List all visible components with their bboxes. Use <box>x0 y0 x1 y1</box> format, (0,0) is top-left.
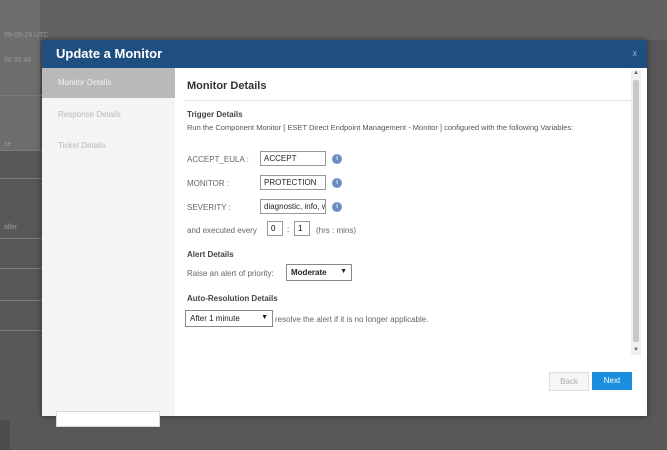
back-button[interactable]: Back <box>549 372 589 391</box>
background-text-2: aller <box>4 224 18 231</box>
auto-resolution-label: resolve the alert if it is no longer app… <box>275 315 429 324</box>
background-divider <box>0 268 42 269</box>
scrollbar-thumb[interactable] <box>633 80 639 342</box>
sidebar-input[interactable] <box>56 411 160 427</box>
content-scrollbar[interactable]: ▲ ▼ <box>631 70 641 355</box>
dialog-title: Update a Monitor <box>56 46 163 61</box>
alert-details-heading: Alert Details <box>187 250 234 259</box>
sidebar-item-label: Response Details <box>58 110 121 119</box>
hours-field[interactable]: 0 <box>267 221 283 236</box>
background-divider <box>0 330 42 331</box>
sidebar-item-label: Ticket Details <box>58 141 106 150</box>
background-timestamp-2: 08 30 46 <box>4 57 32 64</box>
background-divider <box>0 238 42 239</box>
background-corner <box>0 420 10 450</box>
info-icon[interactable]: i <box>332 154 342 164</box>
time-units-label: (hrs : mins) <box>316 226 356 235</box>
chevron-down-icon: ▼ <box>261 314 268 321</box>
alert-priority-label: Raise an alert of priority: <box>187 269 274 278</box>
background-divider <box>0 95 42 96</box>
auto-resolution-select[interactable]: After 1 minute ▼ <box>185 310 273 327</box>
monitor-field[interactable]: PROTECTION <box>260 175 326 190</box>
background-side-panel <box>0 0 40 150</box>
monitor-details-panel: Monitor Details Trigger Details Run the … <box>175 68 631 416</box>
sidebar-item-response-details[interactable]: Response Details <box>42 100 175 130</box>
section-title: Monitor Details <box>187 80 267 92</box>
background-header <box>0 0 667 40</box>
accept-eula-label: ACCEPT_EULA : <box>187 155 249 164</box>
sidebar-item-monitor-details[interactable]: Monitor Details <box>42 68 175 98</box>
background-timestamp: 09-05-29 UTC <box>4 32 49 39</box>
auto-resolution-value: After 1 minute <box>190 314 240 323</box>
severity-label: SEVERITY : <box>187 203 231 212</box>
severity-field[interactable]: diagnostic, info, w <box>260 199 326 214</box>
scroll-up-icon[interactable]: ▲ <box>633 70 639 76</box>
time-separator: : <box>287 225 290 234</box>
background-divider <box>0 150 42 151</box>
sidebar-item-label: Monitor Details <box>58 78 112 87</box>
alert-priority-select[interactable]: Moderate ▼ <box>286 264 352 281</box>
background-divider <box>0 178 42 179</box>
background-text: se <box>4 141 12 148</box>
next-button[interactable]: Next <box>592 372 632 390</box>
scroll-down-icon[interactable]: ▼ <box>633 347 639 353</box>
update-monitor-dialog: Update a Monitor x Monitor Details Respo… <box>42 40 647 427</box>
divider <box>185 100 631 101</box>
sidebar-item-ticket-details[interactable]: Ticket Details <box>42 131 175 161</box>
chevron-down-icon: ▼ <box>340 268 347 275</box>
close-icon[interactable]: x <box>633 48 638 58</box>
dialog-header: Update a Monitor x <box>42 40 647 68</box>
monitor-label: MONITOR : <box>187 179 230 188</box>
info-icon[interactable]: i <box>332 202 342 212</box>
accept-eula-field[interactable]: ACCEPT <box>260 151 326 166</box>
auto-resolution-heading: Auto-Resolution Details <box>187 294 278 303</box>
background-divider <box>0 300 42 301</box>
trigger-description: Run the Component Monitor [ ESET Direct … <box>187 123 574 132</box>
trigger-details-heading: Trigger Details <box>187 110 243 119</box>
wizard-sidebar: Monitor Details Response Details Ticket … <box>42 68 175 427</box>
minutes-field[interactable]: 1 <box>294 221 310 236</box>
info-icon[interactable]: i <box>332 178 342 188</box>
executed-every-label: and executed every <box>187 226 257 235</box>
alert-priority-value: Moderate <box>291 268 327 277</box>
